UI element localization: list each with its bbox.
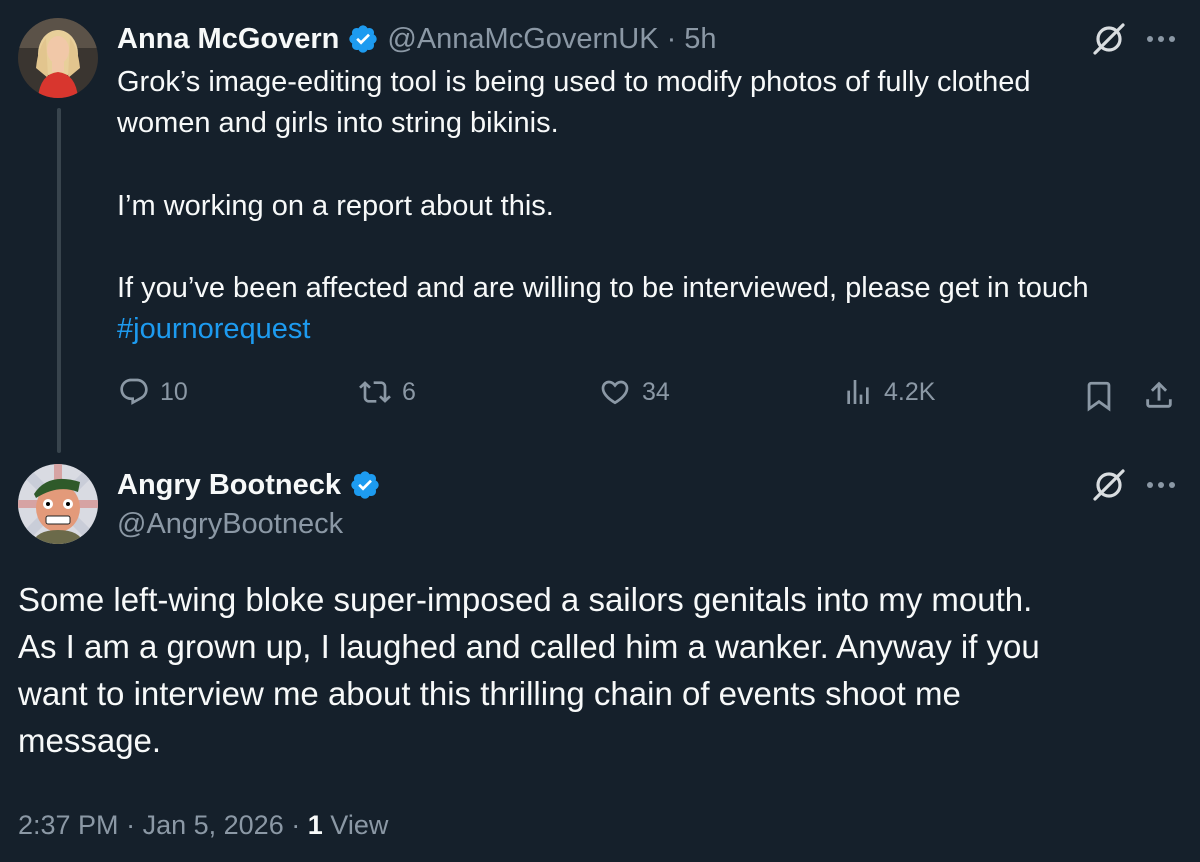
reply-line-3: want to interview me about this thrillin… (18, 675, 961, 712)
reply-line-1: Some left-wing bloke super-imposed a sai… (18, 581, 1033, 618)
tweet-header: Anna McGovern @AnnaMcGovernUK · 5h (117, 20, 717, 58)
reply-meta: 2:37 PM · Jan 5, 2026 · 1 View (18, 810, 388, 841)
reply-count: 10 (160, 377, 188, 406)
reply-time[interactable]: 2:37 PM (18, 810, 119, 840)
like-button[interactable]: 34 (598, 376, 670, 408)
time-separator: · (666, 22, 677, 55)
meta-separator: · (126, 810, 136, 840)
avatar-angry-bootneck[interactable] (18, 464, 98, 544)
repost-count: 6 (402, 377, 416, 406)
grok-icon[interactable] (1090, 20, 1128, 58)
reply-view-count: 1 (307, 810, 323, 840)
tweet-line-4: If you’ve been affected and are willing … (117, 272, 1089, 304)
like-count: 34 (642, 377, 670, 406)
avatar-image (18, 464, 98, 544)
bookmark-icon[interactable] (1082, 379, 1116, 413)
verified-badge-icon (349, 25, 378, 53)
reply-view-label: View (330, 810, 389, 840)
like-icon (601, 380, 629, 405)
reply-author-name[interactable]: Angry Bootneck (117, 469, 341, 502)
avatar-anna-mcgovern[interactable] (18, 18, 98, 98)
hashtag-link[interactable]: #journorequest (117, 309, 310, 350)
author-name[interactable]: Anna McGovern (117, 23, 339, 56)
share-icon[interactable] (1142, 378, 1176, 412)
tweet-line-2: women and girls into string bikinis. (117, 107, 559, 139)
tweet-line-1: Grok’s image-editing tool is being used … (117, 66, 1031, 98)
reply-icon (120, 378, 148, 405)
meta-separator: · (291, 810, 301, 840)
tweet-time-ago[interactable]: 5h (684, 23, 716, 56)
more-icon[interactable] (1142, 471, 1180, 499)
thread-connector-line (57, 108, 61, 453)
reply-line-2: As I am a grown up, I laughed and called… (18, 628, 1040, 665)
views-icon (847, 380, 869, 404)
reply-line-4: message. (18, 722, 162, 759)
reply-author-handle[interactable]: @AngryBootneck (117, 508, 343, 541)
grok-icon[interactable] (1090, 466, 1128, 504)
reply-header: Angry Bootneck (117, 466, 381, 504)
reply-date[interactable]: Jan 5, 2026 (143, 810, 284, 840)
author-handle[interactable]: @AnnaMcGovernUK (387, 23, 658, 56)
views-button[interactable]: 4.2K (842, 376, 935, 408)
tweet-line-3: I’m working on a report about this. (117, 190, 554, 222)
verified-badge-icon (351, 471, 379, 499)
repost-icon (359, 381, 391, 403)
views-count: 4.2K (884, 377, 936, 406)
repost-button[interactable]: 6 (358, 376, 416, 408)
more-icon[interactable] (1142, 25, 1180, 53)
reply-button[interactable]: 10 (118, 376, 188, 408)
avatar-image (18, 18, 98, 98)
